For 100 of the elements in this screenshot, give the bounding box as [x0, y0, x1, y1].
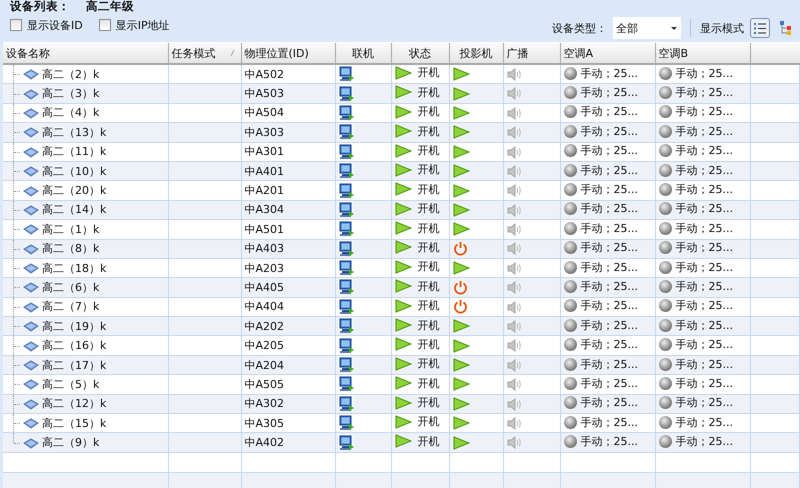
status-text: 开机 — [418, 298, 440, 314]
column-header[interactable]: 投影机 — [449, 43, 503, 64]
ac-status-text: 手动；25... — [676, 395, 733, 410]
ac-status-icon — [658, 299, 672, 312]
status-text: 开机 — [418, 318, 440, 333]
location-text: 中A204 — [244, 358, 284, 372]
play-icon — [394, 85, 412, 100]
ac-status-text: 手动；25... — [676, 104, 733, 120]
location-text: 中A504 — [244, 106, 284, 120]
device-type-label: 设备类型： — [552, 20, 607, 36]
status-text: 开机 — [418, 104, 440, 120]
location-text: 中A301 — [244, 145, 284, 158]
ac-status-text: 手动；25... — [676, 124, 733, 139]
location-text: 中A502 — [244, 68, 284, 81]
ac-status-text: 手动；25... — [580, 182, 638, 198]
computer-icon — [338, 318, 354, 334]
ac-status-icon — [658, 144, 672, 158]
ac-status-text: 手动；25... — [676, 85, 733, 100]
device-name: 高二（13）k — [42, 126, 106, 139]
device-icon — [23, 146, 39, 158]
column-header[interactable]: 设备名称 — [3, 43, 168, 64]
ac-status-text: 手动；25... — [676, 337, 733, 352]
device-name: 高二（19）k — [42, 320, 106, 333]
option-checkbox[interactable]: 显示IP地址 — [98, 18, 170, 32]
ac-status-text: 手动；25... — [676, 434, 733, 450]
ac-status-text: 手动；25... — [580, 376, 638, 391]
play-icon — [394, 318, 412, 332]
play-icon — [394, 162, 412, 177]
speaker-icon — [506, 68, 522, 81]
ac-status-icon — [564, 435, 576, 448]
column-header[interactable]: 任务模式 — [168, 43, 241, 64]
ac-status-text: 手动；25... — [580, 337, 638, 352]
ac-status-icon — [658, 86, 672, 100]
ac-status-text: 手动；25... — [580, 414, 638, 430]
ac-status-icon — [658, 124, 672, 138]
ac-status-icon — [658, 318, 672, 332]
ac-status-icon — [658, 358, 672, 371]
play-icon — [394, 434, 412, 448]
column-header[interactable]: 状态 — [391, 43, 449, 64]
speaker-icon — [506, 242, 522, 256]
device-name: 高二（2）k — [42, 68, 100, 81]
speaker-icon — [506, 262, 522, 275]
ac-status-text: 手动；25... — [580, 162, 638, 178]
ac-status-icon — [564, 66, 576, 80]
status-text: 开机 — [418, 376, 440, 391]
ac-status-text: 手动；25... — [676, 376, 733, 391]
device-icon — [23, 438, 39, 449]
play-icon — [394, 124, 412, 138]
status-text: 开机 — [418, 336, 440, 352]
device-type-dropdown[interactable]: 全部 — [613, 17, 681, 39]
speaker-icon — [506, 398, 522, 411]
ac-status-text: 手动；25... — [580, 395, 638, 410]
status-text: 开机 — [418, 65, 440, 80]
ac-status-icon — [658, 416, 672, 429]
location-text: 中A505 — [244, 378, 284, 391]
ac-status-icon — [658, 222, 672, 235]
ac-status-text: 手动；25... — [580, 318, 638, 333]
device-name: 高二（20）k — [42, 184, 106, 198]
ac-status-text: 手动；25... — [676, 414, 733, 430]
computer-icon — [338, 124, 354, 140]
device-name: 高二（1）k — [42, 222, 100, 236]
speaker-icon — [506, 106, 522, 120]
column-header[interactable]: 空调A — [560, 43, 655, 64]
group-name: 高二年级 — [86, 0, 134, 14]
ac-status-icon — [564, 318, 576, 332]
column-header[interactable]: 联机 — [335, 43, 391, 64]
device-name: 高二（17）k — [42, 358, 106, 372]
ac-status-icon — [564, 124, 576, 138]
computer-icon — [338, 357, 354, 374]
ac-status-text: 手动；25... — [676, 260, 733, 275]
computer-icon — [338, 396, 354, 412]
column-header[interactable]: 广播 — [503, 43, 560, 64]
speaker-icon — [506, 146, 522, 158]
device-icon — [23, 88, 39, 100]
location-text: 中A203 — [244, 262, 284, 275]
status-text: 开机 — [418, 395, 440, 410]
device-name: 高二（3）k — [42, 87, 100, 100]
ac-status-text: 手动；25... — [580, 298, 638, 314]
ac-status-icon — [658, 66, 672, 80]
computer-icon — [338, 66, 354, 82]
status-text: 开机 — [418, 259, 440, 274]
ac-status-icon — [658, 241, 672, 254]
ac-status-icon — [564, 358, 576, 371]
column-header[interactable]: 物理位置(ID) — [241, 43, 335, 64]
device-icon — [23, 398, 39, 410]
computer-icon — [338, 221, 354, 238]
location-text: 中A401 — [244, 164, 284, 178]
ac-status-text: 手动；25... — [580, 143, 638, 158]
device-icon — [23, 127, 39, 138]
column-header[interactable]: 空调B — [655, 43, 750, 64]
ac-status-icon — [564, 86, 576, 100]
play-icon — [394, 356, 412, 371]
speaker-icon — [506, 320, 522, 334]
list-view-button[interactable] — [750, 18, 770, 38]
ac-status-text: 手动；25... — [580, 66, 638, 81]
ac-status-text: 手动；25... — [580, 260, 638, 275]
ac-status-icon — [658, 260, 672, 274]
device-name: 高二（8）k — [42, 242, 100, 256]
ac-status-text: 手动；25... — [676, 143, 733, 158]
option-checkbox[interactable]: 显示设备ID — [10, 18, 83, 32]
